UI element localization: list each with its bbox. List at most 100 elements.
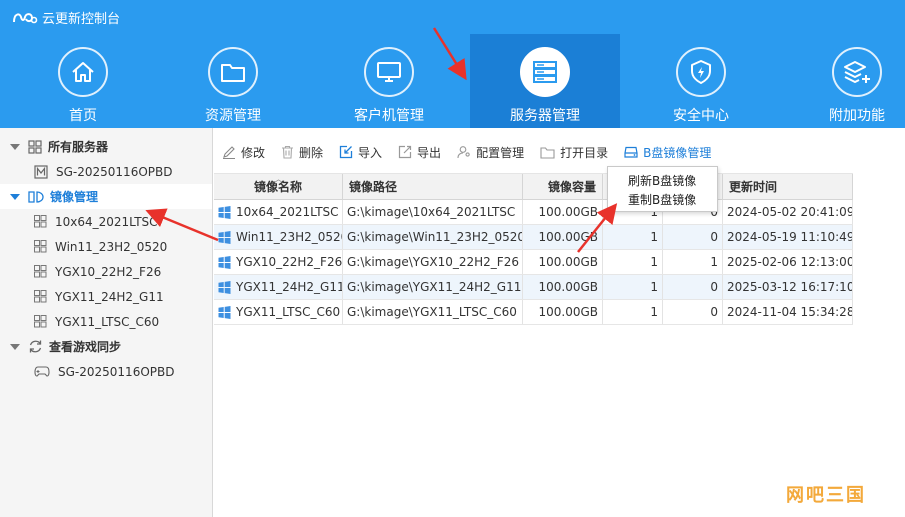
nav-server-management[interactable]: 服务器管理 <box>470 34 620 128</box>
cell-update-time: 2024-11-04 15:34:28 <box>723 300 853 324</box>
drive-icon <box>624 146 638 158</box>
delete-button[interactable]: 删除 <box>281 144 323 161</box>
column-header-image-size[interactable]: 镜像容量 <box>523 174 603 199</box>
sidebar-item-image[interactable]: YGX11_LTSC_C60 <box>0 309 212 334</box>
cell-image-size: 100.00GB <box>523 225 603 249</box>
cell-value: 1 <box>663 250 723 274</box>
folder-open-icon <box>540 146 555 159</box>
nav-home[interactable]: 首页 <box>8 34 158 128</box>
server-icon <box>520 47 570 97</box>
nav-security-center[interactable]: 安全中心 <box>626 34 776 128</box>
windows-logo-icon <box>218 230 231 244</box>
gamepad-icon <box>34 365 50 378</box>
shield-icon <box>676 47 726 97</box>
sidebar-item-image[interactable]: YGX10_22H2_F26 <box>0 259 212 284</box>
cell-image-size: 100.00GB <box>523 200 603 224</box>
sync-icon <box>28 339 43 354</box>
folder-icon <box>208 47 258 97</box>
app-title: 云更新控制台 <box>42 11 121 27</box>
title-bar: 云更新控制台 <box>0 0 120 34</box>
windows-icon <box>34 240 47 253</box>
sidebar-group-game-sync[interactable]: 查看游戏同步 <box>0 334 212 359</box>
layers-plus-icon <box>832 47 882 97</box>
config-management-button[interactable]: 配置管理 <box>457 144 524 161</box>
table-row[interactable]: YGX11_LTSC_C60 G:\kimage\YGX11_LTSC_C60 … <box>214 300 853 325</box>
cell-image-name: 10x64_2021LTSC <box>214 200 343 224</box>
nav-add-ons[interactable]: 附加功能 <box>782 34 905 128</box>
caret-down-icon[interactable] <box>10 193 20 200</box>
server-m-icon <box>34 164 48 179</box>
column-header-update-time[interactable]: 更新时间 <box>723 174 853 199</box>
home-icon <box>58 47 108 97</box>
nav-resources[interactable]: 资源管理 <box>158 34 308 128</box>
cell-image-path: G:\kimage\YGX10_22H2_F26 <box>343 250 523 274</box>
export-button[interactable]: 导出 <box>398 144 441 161</box>
cell-image-path: G:\kimage\Win11_23H2_0520 <box>343 225 523 249</box>
cell-image-path: G:\kimage\YGX11_LTSC_C60 <box>343 300 523 324</box>
caret-down-icon[interactable] <box>10 143 20 150</box>
windows-logo-icon <box>218 280 231 294</box>
caret-down-icon[interactable] <box>10 343 20 350</box>
sidebar-item-sync-server[interactable]: SG-20250116OPBD <box>0 359 212 384</box>
windows-logo-icon <box>218 255 231 269</box>
sidebar-group-all-servers[interactable]: 所有服务器 <box>0 134 212 159</box>
cell-image-name: YGX11_LTSC_C60 <box>214 300 343 324</box>
cell-image-size: 100.00GB <box>523 275 603 299</box>
b-disk-image-management-button[interactable]: B盘镜像管理 <box>624 144 711 161</box>
grid-icon <box>28 139 42 154</box>
cell-value: 0 <box>663 225 723 249</box>
menu-item-rebuild-b-disk-image[interactable]: 重制B盘镜像 <box>608 190 717 209</box>
cell-image-path: G:\kimage\YGX11_24H2_G11 <box>343 275 523 299</box>
cell-image-path: G:\kimage\10x64_2021LTSC <box>343 200 523 224</box>
sort-ascending-icon: ︿ <box>274 175 284 185</box>
column-header-image-name[interactable]: ︿ 镜像名称 <box>214 174 343 199</box>
menu-item-refresh-b-disk-image[interactable]: 刷新B盘镜像 <box>608 171 717 190</box>
trash-icon <box>281 145 294 159</box>
sidebar-group-label: 所有服务器 <box>48 140 109 154</box>
table-row[interactable]: YGX10_22H2_F26 G:\kimage\YGX10_22H2_F26 … <box>214 250 853 275</box>
windows-logo-icon <box>218 205 231 219</box>
pencil-icon <box>222 145 236 159</box>
nav-clients[interactable]: 客户机管理 <box>314 34 464 128</box>
table-row[interactable]: 10x64_2021LTSC G:\kimage\10x64_2021LTSC … <box>214 200 853 225</box>
table-row[interactable]: YGX11_24H2_G11 G:\kimage\YGX11_24H2_G11 … <box>214 275 853 300</box>
table-row[interactable]: Win11_23H2_0520 G:\kimage\Win11_23H2_052… <box>214 225 853 250</box>
import-icon <box>339 145 353 159</box>
import-button[interactable]: 导入 <box>339 144 382 161</box>
sidebar-item-image[interactable]: YGX11_24H2_G11 <box>0 284 212 309</box>
main-nav: 首页 资源管理 客户机管理 服务器管理 安全中心 附加功能 <box>0 34 905 128</box>
open-directory-button[interactable]: 打开目录 <box>540 144 608 161</box>
sidebar-item-image[interactable]: Win11_23H2_0520 <box>0 234 212 259</box>
cell-value: 1 <box>603 300 663 324</box>
sidebar: 所有服务器 SG-20250116OPBD 镜像管理 10x64_2021LTS… <box>0 128 213 517</box>
b-disk-dropdown-menu: 刷新B盘镜像 重制B盘镜像 <box>607 166 718 212</box>
cell-image-name: Win11_23H2_0520 <box>214 225 343 249</box>
cell-value: 0 <box>663 275 723 299</box>
sidebar-item-image[interactable]: 10x64_2021LTSC <box>0 209 212 234</box>
cell-value: 1 <box>603 275 663 299</box>
cell-update-time: 2024-05-19 11:10:49 <box>723 225 853 249</box>
edit-button[interactable]: 修改 <box>222 144 265 161</box>
monitor-icon <box>364 47 414 97</box>
cell-image-size: 100.00GB <box>523 250 603 274</box>
export-icon <box>398 145 412 159</box>
sidebar-group-image-management[interactable]: 镜像管理 <box>0 184 212 209</box>
windows-icon <box>34 265 47 278</box>
cell-image-name: YGX10_22H2_F26 <box>214 250 343 274</box>
cell-update-time: 2024-05-02 20:41:09 <box>723 200 853 224</box>
windows-icon <box>34 215 47 228</box>
cell-image-size: 100.00GB <box>523 300 603 324</box>
app-header: 云更新控制台 首页 资源管理 客户机管理 服务器管理 安全中心 附加功能 <box>0 0 905 128</box>
cell-update-time: 2025-02-06 12:13:00 <box>723 250 853 274</box>
cell-update-time: 2025-03-12 16:17:10 <box>723 275 853 299</box>
sidebar-item-server[interactable]: SG-20250116OPBD <box>0 159 212 184</box>
cell-value: 0 <box>663 300 723 324</box>
user-settings-icon <box>457 145 471 159</box>
sidebar-group-label: 镜像管理 <box>50 190 99 204</box>
windows-icon <box>34 290 47 303</box>
cell-image-name: YGX11_24H2_G11 <box>214 275 343 299</box>
watermark-text: 网吧三国 <box>786 485 866 506</box>
toolbar: 修改 删除 导入 导出 配置管理 打开目录 B盘镜像管理 <box>222 140 727 164</box>
windows-icon <box>34 315 47 328</box>
column-header-image-path[interactable]: 镜像路径 <box>343 174 523 199</box>
